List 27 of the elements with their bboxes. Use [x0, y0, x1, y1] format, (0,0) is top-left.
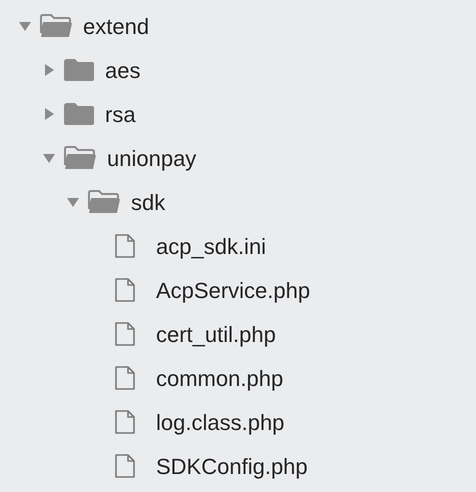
collapsed-caret-icon[interactable]	[42, 63, 56, 77]
folder-icon	[63, 58, 95, 82]
open-folder-icon	[87, 189, 121, 215]
file-name[interactable]: acp_sdk.ini	[156, 230, 266, 262]
expanded-caret-icon[interactable]	[18, 19, 32, 33]
file-name[interactable]: cert_util.php	[156, 318, 276, 350]
folder-name[interactable]: unionpay	[107, 142, 196, 174]
file-icon	[114, 277, 136, 303]
file-name[interactable]: SDKConfig.php	[156, 450, 308, 482]
file-icon	[114, 321, 136, 347]
folder-name[interactable]: extend	[83, 10, 150, 42]
file-icon	[114, 365, 136, 391]
folder-name[interactable]: rsa	[105, 98, 136, 130]
open-folder-icon	[63, 145, 97, 171]
file-icon	[114, 409, 136, 435]
folder-name[interactable]: aes	[105, 54, 140, 86]
file-name[interactable]: common.php	[156, 362, 284, 394]
collapsed-caret-icon[interactable]	[42, 107, 56, 121]
expanded-caret-icon[interactable]	[66, 195, 80, 209]
folder-name[interactable]: sdk	[131, 186, 166, 218]
expanded-caret-icon[interactable]	[42, 151, 56, 165]
file-icon	[114, 233, 136, 259]
file-icon	[114, 453, 136, 479]
folder-icon	[63, 102, 95, 126]
file-name[interactable]: AcpService.php	[156, 274, 310, 306]
file-name[interactable]: log.class.php	[156, 406, 284, 438]
open-folder-icon	[39, 13, 73, 39]
